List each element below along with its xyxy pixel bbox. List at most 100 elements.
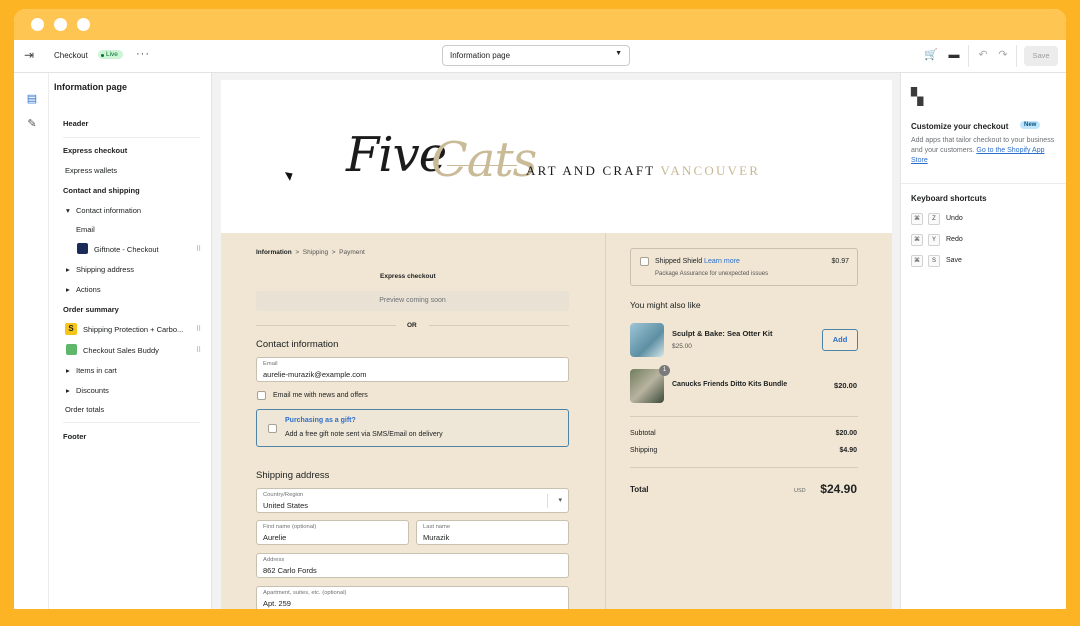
sidebar-item-shipping-protection[interactable]: Shipping Protection + Carbo... [83, 325, 183, 334]
breadcrumb-shipping[interactable]: Shipping [303, 249, 328, 256]
command-key-icon: ⌘ [911, 255, 923, 267]
customize-title: Customize your checkout [911, 122, 1009, 131]
drag-handle-icon[interactable]: ⠿ [196, 325, 201, 333]
sidebar-item-express-checkout[interactable]: Express checkout [63, 146, 127, 155]
sidebar-item-giftnote[interactable]: Giftnote - Checkout [94, 245, 159, 254]
sidebar-item-contact-shipping[interactable]: Contact and shipping [63, 186, 140, 195]
or-divider-text: OR [407, 322, 417, 329]
email-field[interactable]: Email aurelie-murazik@example.com [256, 357, 569, 382]
redo-icon[interactable]: ↷ [996, 48, 1010, 62]
add-recommended-button[interactable]: Add [822, 329, 858, 351]
subtotal-label: Subtotal [630, 430, 656, 437]
shipping-value: $4.90 [839, 447, 857, 454]
country-select[interactable]: Country/Region United States ▾ [256, 488, 569, 513]
total-label: Total [630, 485, 649, 494]
address-field[interactable]: Address 862 Carlo Fords [256, 553, 569, 578]
shield-checkbox[interactable] [640, 257, 649, 266]
chevron-right-icon[interactable]: ▸ [66, 285, 70, 294]
email-field-value: aurelie-murazik@example.com [263, 370, 367, 379]
chevron-right-icon[interactable]: ▸ [66, 265, 70, 274]
select-divider [547, 494, 548, 508]
icon-rail: ▤ ✎ [14, 73, 49, 609]
total-currency: USD [794, 488, 806, 494]
email-field-label: Email [263, 361, 278, 367]
shield-subtitle: Package Assurance for unexpected issues [655, 271, 769, 277]
last-name-field[interactable]: Last name Murazik [416, 520, 569, 545]
shield-title: Shipped Shield Learn more [655, 258, 740, 265]
browser-window: ⇥ Checkout Live ··· Information page ▼ 🛒… [14, 9, 1066, 609]
apartment-label: Apartment, suites, etc. (optional) [263, 590, 347, 596]
checkout-header[interactable]: Five Cats ART AND CRAFT VANCOUVER [221, 80, 892, 233]
save-shortcut-label: Save [946, 257, 962, 264]
editor-topbar: ⇥ Checkout Live ··· Information page ▼ 🛒… [14, 40, 1066, 73]
exit-icon[interactable]: ⇥ [24, 48, 42, 64]
cart-icon[interactable]: 🛒 [924, 48, 938, 62]
window-minimize-dot[interactable] [54, 18, 67, 31]
sidebar-item-actions[interactable]: Actions [76, 285, 101, 294]
sidebar-item-shipping-address[interactable]: Shipping address [76, 265, 134, 274]
shipped-shield-box[interactable]: Shipped Shield Learn more Package Assura… [630, 248, 858, 286]
page-selector[interactable]: Information page ▼ [442, 45, 630, 66]
more-actions-icon[interactable]: ··· [136, 48, 150, 60]
first-name-label: First name (optional) [263, 524, 317, 530]
window-close-dot[interactable] [31, 18, 44, 31]
chevron-right-icon[interactable]: ▸ [66, 386, 70, 395]
chevron-right-icon[interactable]: ▸ [66, 366, 70, 375]
recommended-product-name[interactable]: Sculpt & Bake: Sea Otter Kit [672, 329, 772, 338]
drag-handle-icon[interactable]: ⠿ [196, 245, 201, 253]
news-checkbox[interactable] [257, 391, 266, 400]
gift-option-box[interactable]: Purchasing as a gift? Add a free gift no… [256, 409, 569, 447]
save-button[interactable]: Save [1024, 46, 1058, 66]
address-label: Address [263, 557, 285, 563]
or-divider-right [429, 325, 569, 326]
shield-learn-more-link[interactable]: Learn more [704, 258, 740, 265]
logo-subtitle-main: ART AND CRAFT [526, 163, 656, 178]
sidebar-item-email[interactable]: Email [76, 225, 95, 234]
first-name-field[interactable]: First name (optional) Aurelie [256, 520, 409, 545]
shipping-address-heading: Shipping address [256, 470, 330, 481]
news-checkbox-label: Email me with news and offers [273, 392, 368, 399]
chevron-down-icon: ▾ [558, 497, 562, 504]
express-checkout-heading: Express checkout [380, 273, 436, 280]
window-maximize-dot[interactable] [77, 18, 90, 31]
z-key: Z [928, 213, 940, 225]
sidebar-item-checkout-sales-buddy[interactable]: Checkout Sales Buddy [83, 346, 159, 355]
logo-subtitle-city: VANCOUVER [660, 163, 761, 178]
apartment-value: Apt. 259 [263, 599, 291, 608]
customize-panel: ▚ Customize your checkout New Add apps t… [900, 73, 1066, 609]
order-summary-column: Shipped Shield Learn more Package Assura… [605, 233, 892, 609]
command-key-icon: ⌘ [911, 234, 923, 246]
last-name-label: Last name [423, 524, 451, 530]
sidebar-item-footer[interactable]: Footer [63, 432, 86, 441]
summary-divider [630, 467, 858, 468]
undo-icon[interactable]: ↶ [976, 48, 990, 62]
command-key-icon: ⌘ [911, 213, 923, 225]
also-like-heading: You might also like [630, 300, 701, 310]
y-key: Y [928, 234, 940, 246]
sidebar-item-items-in-cart[interactable]: Items in cart [76, 366, 117, 375]
sections-icon[interactable]: ▤ [24, 92, 40, 108]
sidebar-item-contact-information[interactable]: Contact information [76, 206, 141, 215]
sidebar-item-header[interactable]: Header [63, 119, 88, 128]
sidebar-item-order-summary[interactable]: Order summary [63, 305, 119, 314]
mouse-cursor-icon [284, 169, 296, 181]
desktop-preview-icon[interactable]: ▬ [947, 48, 961, 62]
cart-item-name: Canucks Friends Ditto Kits Bundle [672, 381, 788, 388]
add-apps-icon: ▚ [911, 89, 924, 106]
customize-description: Add apps that tailor checkout to your bu… [911, 136, 1061, 166]
country-value: United States [263, 501, 309, 510]
apartment-field[interactable]: Apartment, suites, etc. (optional) Apt. … [256, 586, 569, 609]
sections-sidebar: Information page Header Express checkout… [49, 73, 212, 609]
country-label: Country/Region [263, 492, 304, 498]
gift-checkbox[interactable] [268, 424, 277, 433]
sidebar-item-express-wallets[interactable]: Express wallets [65, 166, 117, 175]
total-value: $24.90 [820, 482, 857, 496]
sidebar-item-discounts[interactable]: Discounts [76, 386, 109, 395]
breadcrumb: Information > Shipping > Payment [256, 249, 365, 256]
drag-handle-icon[interactable]: ⠿ [196, 346, 201, 354]
breadcrumb-information[interactable]: Information [256, 249, 292, 256]
sidebar-item-order-totals[interactable]: Order totals [65, 405, 104, 414]
breadcrumb-payment[interactable]: Payment [339, 249, 365, 256]
paint-brush-icon[interactable]: ✎ [24, 117, 40, 133]
chevron-down-icon[interactable]: ▾ [66, 206, 70, 215]
